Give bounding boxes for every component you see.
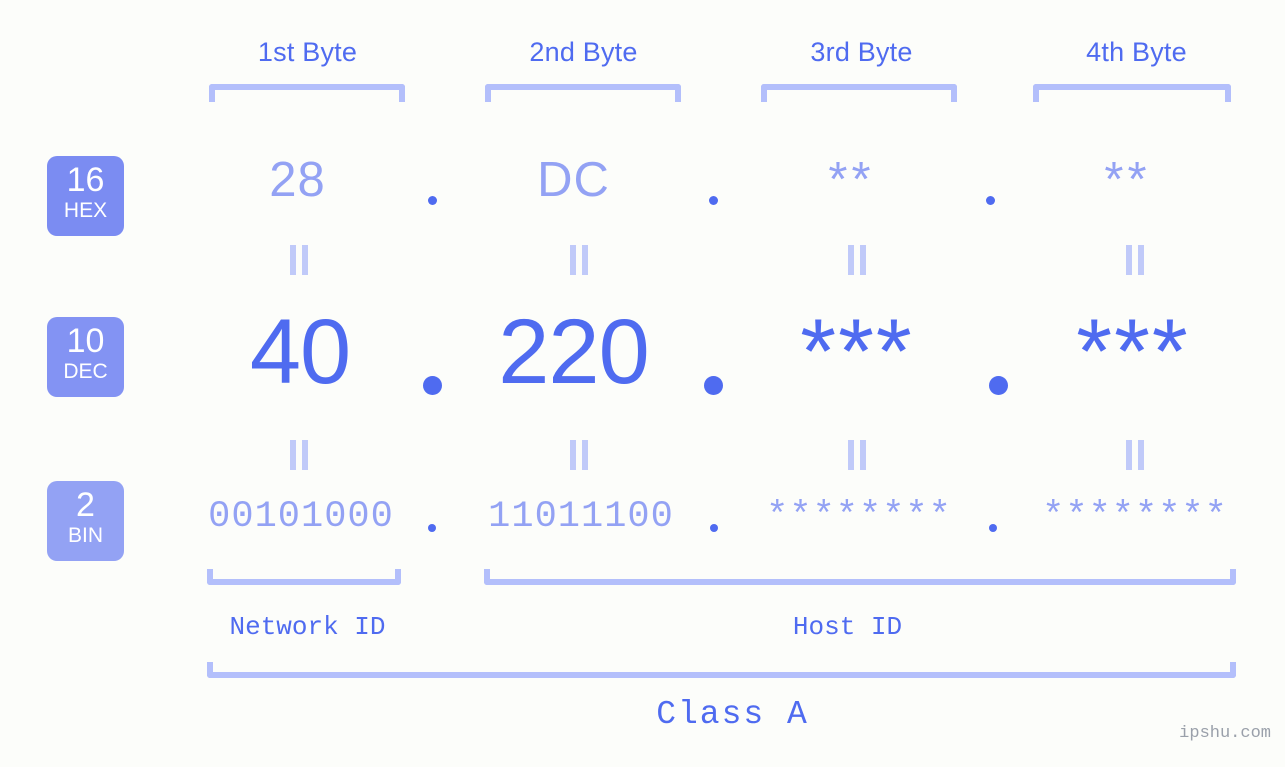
network-id-bracket [207, 569, 401, 585]
equals-mark-dec-bin-4 [1124, 440, 1146, 470]
byte-header-1: 1st Byte [257, 37, 358, 67]
hex-separator-dot-3 [986, 196, 995, 205]
bin-byte-2: 11011100 [488, 496, 674, 538]
hex-byte-3: ** [828, 153, 875, 207]
dec-byte-4: *** [1076, 301, 1190, 403]
hex-separator-dot-2 [709, 196, 718, 205]
bin-separator-dot-2 [710, 524, 718, 532]
dec-byte-1: 40 [249, 301, 351, 403]
equals-mark-hex-dec-3 [846, 245, 868, 275]
bin-byte-3: ******** [766, 496, 952, 538]
base-badge-hex-number: 16 [66, 161, 105, 199]
watermark: ipshu.com [1179, 724, 1271, 743]
bin-byte-4: ******** [1042, 496, 1228, 538]
byte-bracket-4 [1033, 84, 1231, 102]
byte-bracket-1 [209, 84, 405, 102]
ip-address-breakdown-diagram: 1st Byte 2nd Byte 3rd Byte 4th Byte 16 H… [0, 0, 1285, 767]
base-badge-bin-number: 2 [76, 486, 95, 524]
equals-mark-hex-dec-4 [1124, 245, 1146, 275]
network-id-label: Network ID [229, 612, 386, 642]
hex-byte-1: 28 [269, 153, 326, 207]
host-id-label: Host ID [792, 612, 903, 642]
class-label: Class A [656, 696, 809, 733]
byte-bracket-2 [485, 84, 681, 102]
equals-mark-hex-dec-1 [288, 245, 310, 275]
bin-byte-1: 00101000 [208, 496, 394, 538]
dec-separator-dot-3 [989, 376, 1008, 395]
dec-separator-dot-2 [704, 376, 723, 395]
base-badge-hex: 16 HEX [47, 156, 124, 236]
base-badge-hex-name: HEX [63, 199, 108, 222]
base-badge-bin: 2 BIN [47, 481, 124, 561]
base-badge-dec-name: DEC [63, 360, 108, 383]
base-badge-dec: 10 DEC [47, 317, 124, 397]
equals-mark-hex-dec-2 [568, 245, 590, 275]
equals-mark-dec-bin-2 [568, 440, 590, 470]
hex-byte-4: ** [1104, 153, 1151, 207]
base-badge-bin-name: BIN [67, 524, 103, 547]
byte-bracket-3 [761, 84, 957, 102]
bin-separator-dot-1 [428, 524, 436, 532]
equals-mark-dec-bin-3 [846, 440, 868, 470]
hex-byte-2: DC [537, 153, 610, 207]
hex-separator-dot-1 [428, 196, 437, 205]
byte-header-3: 3rd Byte [810, 37, 913, 67]
host-id-bracket [484, 569, 1236, 585]
dec-byte-3: *** [800, 301, 914, 403]
dec-byte-2: 220 [498, 301, 650, 403]
byte-header-4: 4th Byte [1086, 37, 1187, 67]
dec-separator-dot-1 [423, 376, 442, 395]
base-badge-dec-number: 10 [66, 322, 105, 360]
bin-separator-dot-3 [989, 524, 997, 532]
equals-mark-dec-bin-1 [288, 440, 310, 470]
class-bracket [207, 662, 1236, 678]
byte-header-2: 2nd Byte [529, 37, 638, 67]
